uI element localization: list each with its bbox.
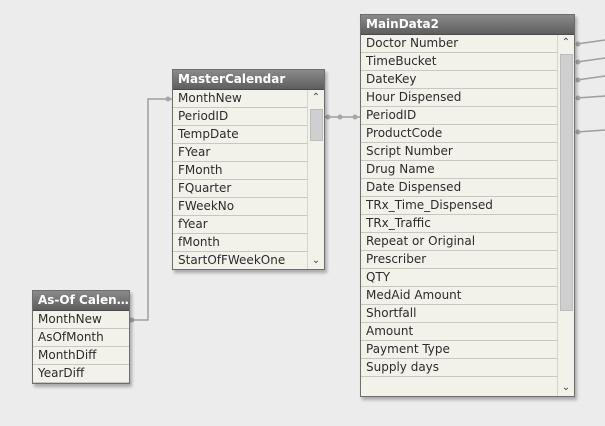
scroll-up-icon[interactable]: ⌃ (558, 35, 574, 51)
field-row[interactable]: MonthNew (33, 311, 129, 329)
link-node (165, 96, 171, 102)
field-row[interactable]: Script Number (361, 143, 557, 161)
field-row[interactable]: Repeat or Original (361, 233, 557, 251)
link-out-1 (576, 39, 605, 45)
field-row[interactable]: QTY (361, 269, 557, 287)
vertical-scrollbar[interactable]: ⌃ ⌄ (307, 90, 324, 269)
field-row[interactable]: Hour Dispensed (361, 89, 557, 107)
field-row[interactable]: FQuarter (173, 180, 307, 198)
vertical-scrollbar[interactable]: ⌃ ⌄ (557, 35, 574, 396)
link-node (337, 114, 343, 120)
field-row[interactable]: TRx_Traffic (361, 215, 557, 233)
field-row[interactable]: StartOfFWeekOne (173, 252, 307, 269)
link-out-2 (576, 57, 605, 63)
as-of-calendar-table[interactable]: As-Of Calen... MonthNew AsOfMonth MonthD… (32, 290, 130, 384)
main-data2-table[interactable]: MainData2 Doctor Number TimeBucket DateK… (360, 14, 575, 397)
link-node (575, 59, 581, 65)
field-row[interactable]: Amount (361, 323, 557, 341)
link-monthnew (131, 98, 172, 321)
field-row[interactable]: TempDate (173, 126, 307, 144)
field-row[interactable]: Doctor Number (361, 35, 557, 53)
field-row[interactable]: fMonth (173, 234, 307, 252)
field-row[interactable]: AsOfMonth (33, 329, 129, 347)
field-row[interactable]: MonthNew (173, 90, 307, 108)
field-row[interactable]: TRx_Time_Dispensed (361, 197, 557, 215)
link-out-5 (576, 129, 605, 133)
link-out-3 (576, 75, 605, 81)
field-row[interactable]: Shortfall (361, 305, 557, 323)
scroll-up-icon[interactable]: ⌃ (308, 90, 324, 106)
scroll-down-icon[interactable]: ⌄ (558, 380, 574, 396)
field-row[interactable]: PeriodID (361, 107, 557, 125)
field-row[interactable]: Supply days (361, 359, 557, 377)
field-row[interactable]: TimeBucket (361, 53, 557, 71)
field-row[interactable]: fYear (173, 216, 307, 234)
field-list: MonthNew PeriodID TempDate FYear FMonth … (173, 90, 324, 269)
field-row[interactable]: FMonth (173, 162, 307, 180)
table-title[interactable]: MasterCalendar (173, 70, 324, 90)
master-calendar-table[interactable]: MasterCalendar MonthNew PeriodID TempDat… (172, 69, 325, 270)
link-node (129, 317, 135, 323)
field-row[interactable]: DateKey (361, 71, 557, 89)
field-row[interactable]: MonthDiff (33, 347, 129, 365)
link-node (352, 114, 358, 120)
field-row[interactable]: Payment Type (361, 341, 557, 359)
link-node (575, 95, 581, 101)
table-title[interactable]: MainData2 (361, 15, 574, 35)
scroll-thumb[interactable] (560, 54, 573, 311)
table-title[interactable]: As-Of Calen... (33, 291, 129, 311)
field-row[interactable]: FWeekNo (173, 198, 307, 216)
link-node (575, 129, 581, 135)
link-node (575, 77, 581, 83)
field-list: MonthNew AsOfMonth MonthDiff YearDiff (33, 311, 129, 383)
field-row[interactable]: Prescriber (361, 251, 557, 269)
field-row[interactable]: Drug Name (361, 161, 557, 179)
scroll-down-icon[interactable]: ⌄ (308, 253, 324, 269)
field-row[interactable]: MedAid Amount (361, 287, 557, 305)
link-node (325, 114, 331, 120)
field-row[interactable]: Date Dispensed (361, 179, 557, 197)
field-row[interactable]: PeriodID (173, 108, 307, 126)
link-out-4 (576, 95, 605, 99)
field-list: Doctor Number TimeBucket DateKey Hour Di… (361, 35, 574, 396)
scroll-thumb[interactable] (310, 109, 323, 141)
field-row[interactable]: FYear (173, 144, 307, 162)
link-node (575, 41, 581, 47)
field-row[interactable]: ProductCode (361, 125, 557, 143)
field-row[interactable]: YearDiff (33, 365, 129, 383)
